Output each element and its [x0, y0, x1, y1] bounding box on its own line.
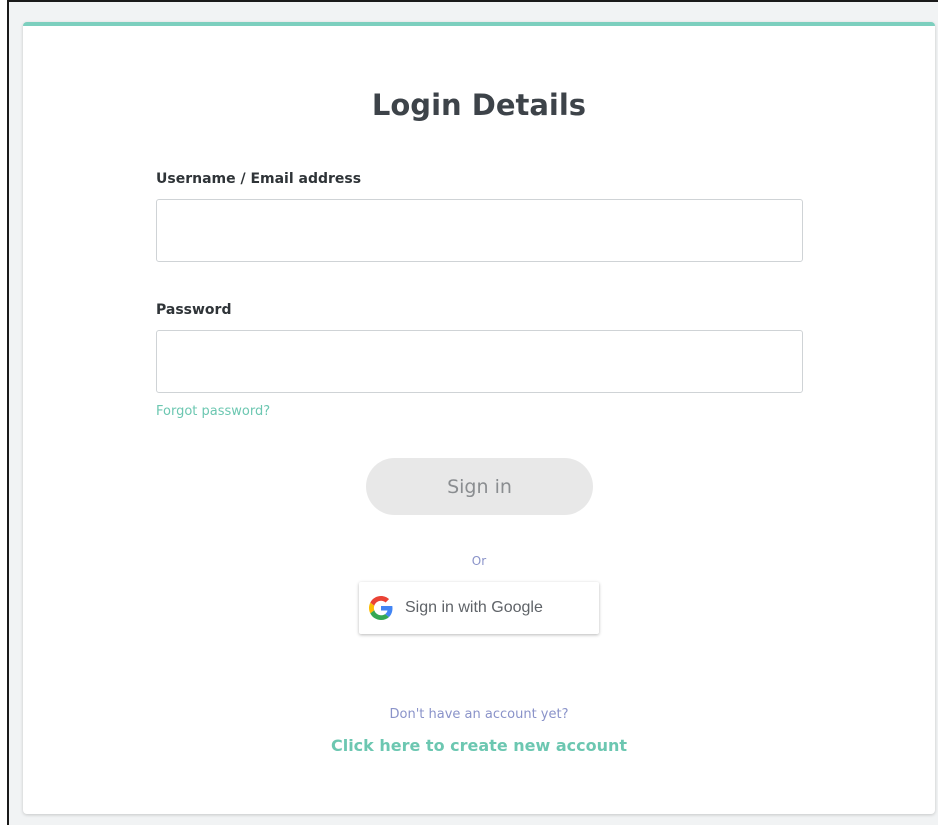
google-g-icon — [369, 596, 393, 620]
google-sign-in-label: Sign in with Google — [405, 599, 543, 616]
sign-in-button[interactable]: Sign in — [366, 458, 593, 515]
password-input[interactable] — [156, 330, 803, 393]
page-title: Login Details — [371, 88, 587, 122]
or-divider: Or — [471, 554, 487, 568]
username-input[interactable] — [156, 199, 803, 262]
create-account-link[interactable]: Click here to create new account — [23, 736, 935, 755]
password-label: Password — [156, 302, 232, 318]
username-label: Username / Email address — [156, 171, 362, 187]
google-sign-in-button[interactable]: Sign in with Google — [359, 582, 599, 634]
login-card: Login Details Username / Email address P… — [23, 22, 935, 814]
forgot-password-link[interactable]: Forgot password? — [156, 404, 270, 419]
no-account-text: Don't have an account yet? — [389, 707, 569, 722]
